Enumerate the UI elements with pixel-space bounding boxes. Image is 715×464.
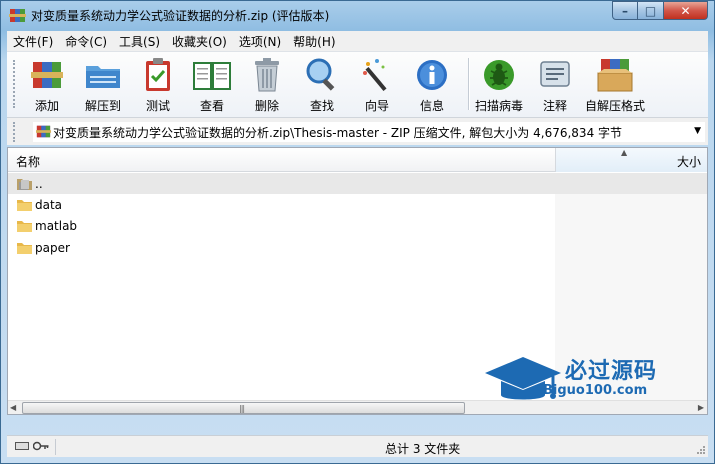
toolbar: 添加 解压到 测试 查看 删除 查找 向导 信息 扫描病毒 注释 自解压格式: [7, 51, 708, 117]
list-item[interactable]: matlab: [8, 216, 707, 237]
scrollbar-thumb[interactable]: |||: [22, 402, 465, 414]
file-name: ..: [35, 176, 43, 191]
folder-icon: [17, 221, 32, 233]
address-dropdown-icon[interactable]: ▼: [694, 126, 701, 136]
address-path: 对变质量系统动力学公式验证数据的分析.zip\Thesis-master - Z…: [53, 125, 623, 140]
find-label: 查找: [309, 99, 334, 113]
view-label: 查看: [199, 99, 224, 113]
wizard-wand-icon: [363, 58, 387, 91]
test-label: 测试: [145, 99, 170, 113]
file-name: data: [35, 197, 63, 212]
add-label: 添加: [34, 99, 59, 113]
window-title: 对变质量系统动力学公式验证数据的分析.zip (评估版本): [31, 9, 330, 23]
info-icon: [417, 59, 447, 90]
resize-grip-icon[interactable]: [696, 445, 706, 455]
folder-icon: [17, 199, 32, 211]
file-rows: .. data matlab paper: [8, 173, 707, 258]
menu-file[interactable]: 文件(F): [7, 33, 59, 50]
close-button[interactable]: ✕: [664, 1, 708, 20]
add-button[interactable]: 添加: [27, 56, 67, 114]
folder-icon: [17, 242, 32, 254]
status-bar: 总计 3 文件夹: [7, 435, 708, 457]
delete-button[interactable]: 删除: [247, 56, 287, 114]
address-field[interactable]: 对变质量系统动力学公式验证数据的分析.zip\Thesis-master - Z…: [33, 122, 705, 142]
view-book-icon: [193, 61, 231, 90]
menu-commands[interactable]: 命令(C): [59, 33, 113, 50]
status-summary: 总计 3 文件夹: [385, 442, 461, 456]
watermark-title: 必过源码: [565, 359, 658, 384]
column-size: 大小: [676, 155, 701, 169]
column-header: 名称 ▲ 大小: [8, 148, 707, 172]
maximize-button[interactable]: □: [638, 1, 664, 20]
trash-icon: [255, 57, 279, 91]
add-archive-icon: [31, 61, 63, 88]
scroll-left-icon[interactable]: ◀: [10, 403, 16, 412]
menu-options[interactable]: 选项(N): [233, 33, 287, 50]
menu-bar: 文件(F) 命令(C) 工具(S) 收藏夹(O) 选项(N) 帮助(H): [7, 31, 708, 51]
menu-help[interactable]: 帮助(H): [287, 33, 341, 50]
list-item[interactable]: paper: [8, 237, 707, 258]
window-controls: – □ ✕: [612, 1, 708, 20]
toolbar-grip[interactable]: [13, 60, 17, 108]
virus-scan-label: 扫描病毒: [474, 99, 523, 113]
sfx-button[interactable]: 自解压格式: [583, 56, 647, 114]
bug-icon: [484, 59, 514, 90]
test-button[interactable]: 测试: [138, 56, 178, 114]
archive-icon: [36, 125, 51, 138]
sfx-box-icon: [597, 58, 633, 91]
test-clipboard-icon: [146, 57, 170, 91]
column-size-header[interactable]: ▲ 大小: [555, 148, 707, 172]
parent-folder-icon: [17, 178, 32, 190]
view-button[interactable]: 查看: [190, 56, 234, 114]
key-icon[interactable]: [33, 441, 49, 451]
file-name: matlab: [35, 219, 78, 234]
comment-button[interactable]: 注释: [535, 56, 575, 114]
find-button[interactable]: 查找: [302, 56, 342, 114]
sort-ascending-icon: ▲: [621, 148, 628, 157]
wizard-button[interactable]: 向导: [357, 56, 397, 114]
toolbar-separator: [468, 58, 470, 110]
title-bar[interactable]: 对变质量系统动力学公式验证数据的分析.zip (评估版本) – □ ✕: [1, 1, 714, 31]
main-window: 对变质量系统动力学公式验证数据的分析.zip (评估版本) – □ ✕ 文件(F…: [0, 0, 715, 464]
comment-label: 注释: [542, 99, 567, 113]
status-separator: [55, 439, 56, 455]
delete-label: 删除: [254, 99, 279, 113]
winrar-icon: [9, 9, 26, 22]
extract-folder-icon: [86, 65, 120, 88]
watermark-site: Biguo100.com: [543, 383, 648, 398]
list-item[interactable]: data: [8, 194, 707, 215]
watermark: 必过源码 Biguo100.com: [483, 351, 683, 411]
magnifier-icon: [306, 58, 335, 91]
address-bar: 对变质量系统动力学公式验证数据的分析.zip\Thesis-master - Z…: [7, 117, 708, 145]
address-grip[interactable]: [13, 122, 17, 142]
extract-to-label: 解压到: [84, 99, 121, 113]
virus-scan-button[interactable]: 扫描病毒: [473, 56, 525, 114]
graduation-cap-icon: [485, 357, 561, 400]
list-item[interactable]: ..: [8, 173, 707, 195]
minimize-button[interactable]: –: [612, 1, 638, 20]
extract-to-button[interactable]: 解压到: [81, 56, 125, 114]
info-label: 信息: [419, 99, 444, 113]
scroll-grip-icon: |||: [239, 404, 245, 413]
comment-icon: [540, 60, 570, 87]
sfx-label: 自解压格式: [584, 99, 645, 113]
wizard-label: 向导: [364, 99, 389, 113]
info-button[interactable]: 信息: [412, 56, 452, 114]
file-name: paper: [35, 240, 70, 255]
menu-favorites[interactable]: 收藏夹(O): [166, 33, 233, 50]
scroll-right-icon[interactable]: ▶: [698, 403, 704, 412]
menu-tools[interactable]: 工具(S): [113, 33, 166, 50]
column-name[interactable]: 名称: [16, 153, 40, 170]
drive-icon[interactable]: [15, 442, 29, 450]
